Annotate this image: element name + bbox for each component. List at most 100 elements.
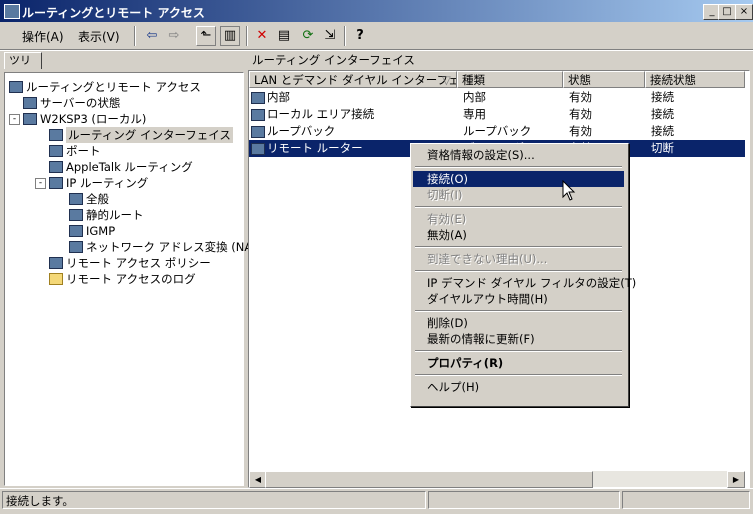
context-menu-item[interactable]: 無効(A)	[413, 227, 624, 243]
list-row[interactable]: ループバック ループバック 有効 接続	[249, 123, 745, 140]
list-row[interactable]: ローカル エリア接続 専用 有効 接続	[249, 106, 745, 123]
general-icon	[69, 193, 83, 205]
toolbar-divider	[134, 26, 136, 46]
tab-tree[interactable]: ツリー	[4, 52, 42, 83]
row-type: 専用	[463, 107, 486, 121]
app-icon	[4, 4, 20, 19]
column-header-name[interactable]: LAN とデマンド ダイヤル インターフェ... ▽	[249, 71, 457, 88]
interface-icon	[251, 143, 265, 155]
menu-separator	[415, 374, 622, 376]
up-level-icon[interactable]: ⬑	[196, 26, 216, 46]
server-running-icon	[23, 113, 37, 125]
list-row[interactable]: 内部 内部 有効 接続	[249, 89, 745, 106]
help-icon[interactable]: ?	[350, 26, 370, 46]
tree-item[interactable]: ネットワーク アドレス変換 (NAT)	[69, 239, 263, 255]
status-text: 接続します。	[2, 491, 426, 509]
tree-item-label: AppleTalk ルーティング	[66, 160, 193, 174]
status-bar-edge	[0, 488, 753, 489]
context-menu-item[interactable]: 接続(O)	[413, 171, 624, 187]
row-name: リモート ルーター	[267, 141, 363, 155]
toolbar-bottom-edge	[0, 49, 753, 51]
properties-icon[interactable]: ▤	[274, 26, 294, 46]
tree-item[interactable]: IGMP	[69, 223, 115, 239]
igmp-icon	[69, 225, 83, 237]
menu-separator	[415, 246, 622, 248]
context-menu-item[interactable]: 削除(D)	[413, 315, 624, 331]
row-name: ループバック	[267, 124, 336, 138]
tree-item[interactable]: サーバーの状態	[23, 95, 120, 111]
row-status: 有効	[569, 124, 592, 138]
row-name: ローカル エリア接続	[267, 107, 375, 121]
forward-icon[interactable]: ⇨	[164, 26, 184, 46]
tree-item-label: 全般	[86, 192, 109, 206]
row-connection: 接続	[651, 107, 674, 121]
tree-item[interactable]: ポート	[49, 143, 101, 159]
menu-separator	[415, 350, 622, 352]
grip	[6, 26, 9, 44]
tree-collapse-icon[interactable]: -	[35, 177, 46, 189]
menu-action[interactable]: 操作(A)	[22, 28, 64, 45]
window-title: ルーティングとリモート アクセス	[22, 6, 205, 20]
tree-item[interactable]: - IP ルーティング	[35, 175, 148, 191]
context-menu-item[interactable]: 最新の情報に更新(F)	[413, 331, 624, 347]
maximize-button[interactable]: □	[718, 4, 736, 20]
menu-separator	[415, 310, 622, 312]
menu-separator	[415, 270, 622, 272]
tree-item[interactable]: 静的ルート	[69, 207, 144, 223]
column-header-status[interactable]: 状態	[563, 71, 645, 88]
list-title: ルーティング インターフェイス	[252, 53, 415, 67]
context-menu-item[interactable]: 資格情報の設定(S)...	[413, 147, 624, 163]
column-header-connection[interactable]: 接続状態	[645, 71, 745, 88]
server-icon	[9, 81, 23, 93]
interface-icon	[251, 126, 265, 138]
routing-interfaces-icon	[49, 129, 63, 141]
refresh-icon[interactable]: ⟳	[298, 26, 318, 46]
scroll-thumb[interactable]	[265, 471, 593, 488]
static-routes-icon	[69, 209, 83, 221]
delete-icon[interactable]: ✕	[252, 26, 272, 46]
show-tree-icon[interactable]: ▥	[220, 26, 240, 46]
tree-item-label: ルーティング インターフェイス	[66, 127, 233, 143]
appletalk-icon	[49, 161, 63, 173]
tree-item-label: ポート	[66, 144, 101, 158]
row-connection: 切断	[651, 141, 674, 155]
status-panel-3	[622, 491, 750, 509]
context-menu-item[interactable]: プロパティ(R)	[413, 355, 624, 371]
tree-item[interactable]: - W2KSP3 (ローカル)	[9, 111, 146, 127]
ip-routing-icon	[49, 177, 63, 189]
tree-item[interactable]: 全般	[69, 191, 109, 207]
tree-item-label: 静的ルート	[86, 208, 144, 222]
context-menu-item: 有効(E)	[427, 212, 467, 226]
tree-collapse-icon[interactable]: -	[9, 113, 20, 125]
context-menu-item[interactable]: ヘルプ(H)	[413, 379, 624, 395]
context-menu-item: 到達できない理由(U)...	[427, 252, 548, 266]
context-menu-item[interactable]: ダイヤルアウト時間(H)	[413, 291, 624, 307]
close-button[interactable]: ×	[735, 4, 753, 20]
row-connection: 接続	[651, 124, 674, 138]
tree-item[interactable]: ルーティング インターフェイス	[49, 127, 233, 143]
ports-icon	[49, 145, 63, 157]
column-header-name-label: LAN とデマンド ダイヤル インターフェ...	[254, 73, 457, 87]
row-type: 内部	[463, 90, 486, 104]
tree-item-label: ルーティングとリモート アクセス	[26, 80, 201, 94]
export-list-icon[interactable]: ⇲	[320, 26, 340, 46]
context-menu-item[interactable]: IP デマンド ダイヤル フィルタの設定(T)	[413, 275, 636, 291]
policy-icon	[49, 257, 63, 269]
menu-separator	[415, 166, 622, 168]
context-menu-item: 切断(I)	[427, 188, 463, 202]
menu-separator	[415, 206, 622, 208]
row-status: 有効	[569, 90, 592, 104]
mouse-cursor-icon	[562, 180, 576, 201]
row-connection: 接続	[651, 90, 674, 104]
column-header-type[interactable]: 種類	[457, 71, 563, 88]
back-icon[interactable]: ⇦	[142, 26, 162, 46]
folder-icon	[49, 273, 63, 285]
tree-item[interactable]: リモート アクセスのログ	[49, 271, 196, 287]
menu-view[interactable]: 表示(V)	[78, 28, 120, 45]
tree-item[interactable]: リモート アクセス ポリシー	[49, 255, 211, 271]
tree-item-label: リモート アクセスのログ	[66, 272, 196, 286]
scroll-right-icon[interactable]: ▶	[727, 471, 745, 488]
tree-item[interactable]: ルーティングとリモート アクセス	[9, 79, 201, 95]
tree-item[interactable]: AppleTalk ルーティング	[49, 159, 193, 175]
row-status: 有効	[569, 107, 592, 121]
